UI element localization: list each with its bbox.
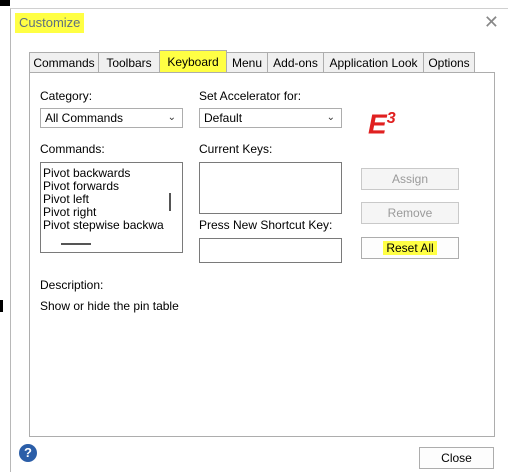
close-button[interactable]: Close (419, 447, 494, 469)
reset-all-button[interactable]: Reset All (361, 237, 459, 259)
set-accelerator-select[interactable]: Default ⌄ (199, 108, 342, 128)
commands-listbox[interactable]: Pivot backwards Pivot forwards Pivot lef… (40, 162, 183, 253)
new-shortcut-input[interactable] (199, 238, 342, 263)
description-text: Show or hide the pin table (40, 299, 179, 313)
vertical-scrollbar-thumb[interactable] (169, 193, 171, 211)
e3-logo: E3 (368, 105, 396, 138)
remove-button[interactable]: Remove (361, 202, 459, 224)
set-accelerator-label: Set Accelerator for: (199, 89, 302, 103)
title-bar: Customize ✕ (11, 9, 508, 37)
keyboard-panel: Category: All Commands ⌄ Set Accelerator… (29, 72, 495, 437)
current-keys-label: Current Keys: (199, 142, 273, 156)
list-item[interactable]: Pivot stepwise backwa (41, 219, 182, 232)
window-title: Customize (15, 13, 85, 33)
description-label: Description: (40, 278, 104, 292)
tab-toolbars[interactable]: Toolbars (98, 52, 160, 72)
tab-commands[interactable]: Commands (29, 52, 99, 72)
e3-logo-letter: E (368, 108, 387, 140)
set-accelerator-value: Default (204, 111, 243, 125)
current-keys-list[interactable] (199, 162, 342, 214)
tab-application-look[interactable]: Application Look (323, 52, 424, 72)
commands-label: Commands: (40, 142, 105, 156)
assign-button[interactable]: Assign (361, 168, 459, 190)
category-label: Category: (40, 89, 93, 103)
category-value: All Commands (45, 111, 124, 125)
e3-logo-superscript: 3 (386, 110, 396, 127)
reset-all-label: Reset All (383, 241, 437, 255)
press-new-shortcut-label: Press New Shortcut Key: (199, 218, 333, 232)
background-edge-mark (0, 0, 10, 6)
horizontal-scrollbar-thumb[interactable] (61, 243, 91, 245)
background-edge-mark (0, 300, 3, 312)
tab-options[interactable]: Options (423, 52, 475, 72)
tab-keyboard[interactable]: Keyboard (159, 50, 227, 73)
dialog-footer: ? Close (11, 439, 508, 472)
chevron-down-icon: ⌄ (326, 112, 335, 123)
tab-menu[interactable]: Menu (226, 52, 268, 72)
category-select[interactable]: All Commands ⌄ (40, 108, 183, 128)
tab-add-ons[interactable]: Add-ons (267, 52, 324, 72)
help-icon[interactable]: ? (19, 444, 37, 462)
close-icon[interactable]: ✕ (484, 12, 499, 32)
customize-dialog: Customize ✕ Commands Toolbars Keyboard M… (10, 8, 508, 472)
chevron-down-icon: ⌄ (167, 112, 176, 123)
